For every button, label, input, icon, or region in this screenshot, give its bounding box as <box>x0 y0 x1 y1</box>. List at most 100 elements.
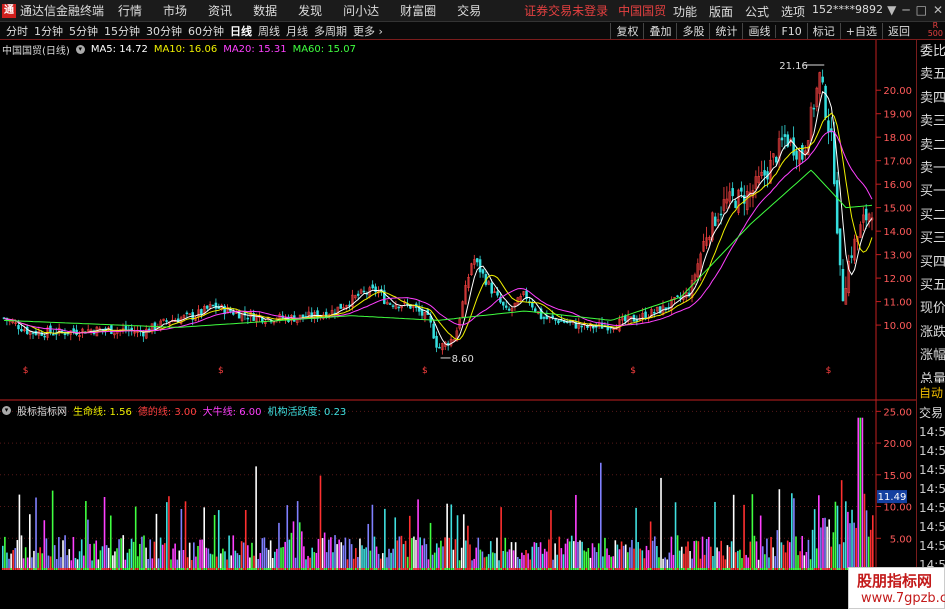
volume-bar <box>431 554 434 570</box>
volume-bar <box>535 542 538 570</box>
volume-bar <box>633 548 635 570</box>
candle-body <box>560 320 563 322</box>
volume-bar <box>377 553 380 570</box>
baseline-bar <box>845 568 847 570</box>
volume-bar <box>695 540 698 570</box>
baseline-bar <box>460 568 463 570</box>
ma20-line <box>3 130 873 334</box>
baseline-bar <box>687 568 689 570</box>
baseline-bar <box>39 568 41 570</box>
baseline-bar <box>305 568 307 570</box>
volume-bar <box>321 538 324 570</box>
volume-bar <box>404 540 407 570</box>
volume-bar <box>599 462 602 570</box>
chart-title: 中国国贸(日线) <box>2 46 70 57</box>
baseline-bar <box>791 568 793 570</box>
baseline-bar <box>91 568 93 570</box>
baseline-bar <box>612 568 615 570</box>
volume-bar <box>375 546 378 570</box>
volume-bar <box>342 545 345 570</box>
baseline-bar <box>529 568 531 570</box>
price-label-6: 14.00 <box>883 227 912 238</box>
baseline-bar <box>552 568 554 570</box>
maximize-icon[interactable]: □ <box>916 3 927 17</box>
baseline-bar <box>68 568 71 570</box>
volume-bar <box>367 523 370 570</box>
candle-body <box>185 312 189 315</box>
baseline-bar <box>400 568 403 570</box>
volume-bar <box>201 539 203 570</box>
baseline-bar <box>824 568 826 570</box>
indicator-line2: 德的线: 3.00 <box>137 407 197 418</box>
volume-bar <box>685 546 687 570</box>
volume-bar <box>857 417 860 570</box>
chart-canvas[interactable]: 20.00 19.00 18.00 17.00 16.00 15.00 14.00 13.00… <box>0 0 916 570</box>
volume-bar <box>703 554 706 570</box>
volume-bar <box>676 535 679 570</box>
baseline-bar <box>664 568 666 570</box>
candle-body <box>676 295 679 297</box>
baseline-bar <box>747 568 750 570</box>
close-icon[interactable]: ✕ <box>933 3 943 17</box>
baseline-bar <box>616 568 619 570</box>
r-badge-bottom: 500 <box>927 29 943 38</box>
volume-bar <box>780 542 783 570</box>
baseline-bar <box>599 568 602 570</box>
settings-circle-icon[interactable]: ▾ <box>75 45 85 54</box>
quote-label-8: 买三 <box>920 231 945 247</box>
baseline-bar <box>589 568 592 570</box>
baseline-bar <box>294 568 297 570</box>
baseline-bar <box>207 568 210 570</box>
quote-panel: 委比卖五卖四卖三卖二卖一买一买二买三买四买五现价涨跌涨幅总量外盘换手净资收益 <box>916 40 945 405</box>
volume-bar <box>761 546 764 570</box>
volume-bar <box>759 515 762 570</box>
volume-bar <box>24 547 27 570</box>
baseline-bar <box>124 568 127 570</box>
baseline-bar <box>361 568 363 570</box>
baseline-bar <box>149 568 152 570</box>
candle-body <box>507 308 511 311</box>
volume-bar <box>163 543 166 570</box>
baseline-bar <box>313 568 316 570</box>
baseline-bar <box>184 568 187 570</box>
baseline-bar <box>332 568 334 570</box>
baseline-bar <box>720 568 723 570</box>
baseline-bar <box>761 568 764 570</box>
baseline-bar <box>714 568 716 570</box>
volume-bar <box>155 513 158 570</box>
volume-bar <box>85 501 87 570</box>
volume-bar <box>334 535 336 570</box>
baseline-bar <box>62 568 64 570</box>
baseline-bar <box>705 568 708 570</box>
volume-bar <box>755 541 758 570</box>
r-badge[interactable]: R 500 <box>928 22 943 38</box>
baseline-bar <box>180 568 183 570</box>
volume-bar <box>99 550 102 570</box>
baseline-bar <box>587 568 590 570</box>
volume-bar <box>739 549 741 570</box>
volume-bar <box>641 550 644 570</box>
baseline-bar <box>469 568 471 570</box>
baseline-bar <box>20 568 23 570</box>
baseline-bar <box>392 568 394 570</box>
trade-label[interactable]: 交易 <box>917 403 945 423</box>
volume-bar <box>4 536 6 570</box>
baseline-bar <box>352 568 355 570</box>
baseline-bar <box>618 568 621 570</box>
baseline-bar <box>660 568 662 570</box>
volume-bar <box>411 538 413 570</box>
baseline-bar <box>311 568 313 570</box>
volume-bar <box>10 553 12 570</box>
baseline-bar <box>741 568 743 570</box>
baseline-bar <box>467 568 469 570</box>
indicator-settings-icon[interactable]: ▾ <box>2 406 11 415</box>
volume-bar <box>452 549 455 570</box>
volume-bar <box>311 547 313 570</box>
baseline-bar <box>629 568 631 570</box>
price-label-9: 11.00 <box>883 298 912 309</box>
volume-bar <box>365 547 367 570</box>
volume-bar <box>325 552 328 570</box>
auto-label[interactable]: 自动 <box>917 383 945 403</box>
volume-bar <box>807 539 810 570</box>
volume-bar <box>585 551 588 570</box>
